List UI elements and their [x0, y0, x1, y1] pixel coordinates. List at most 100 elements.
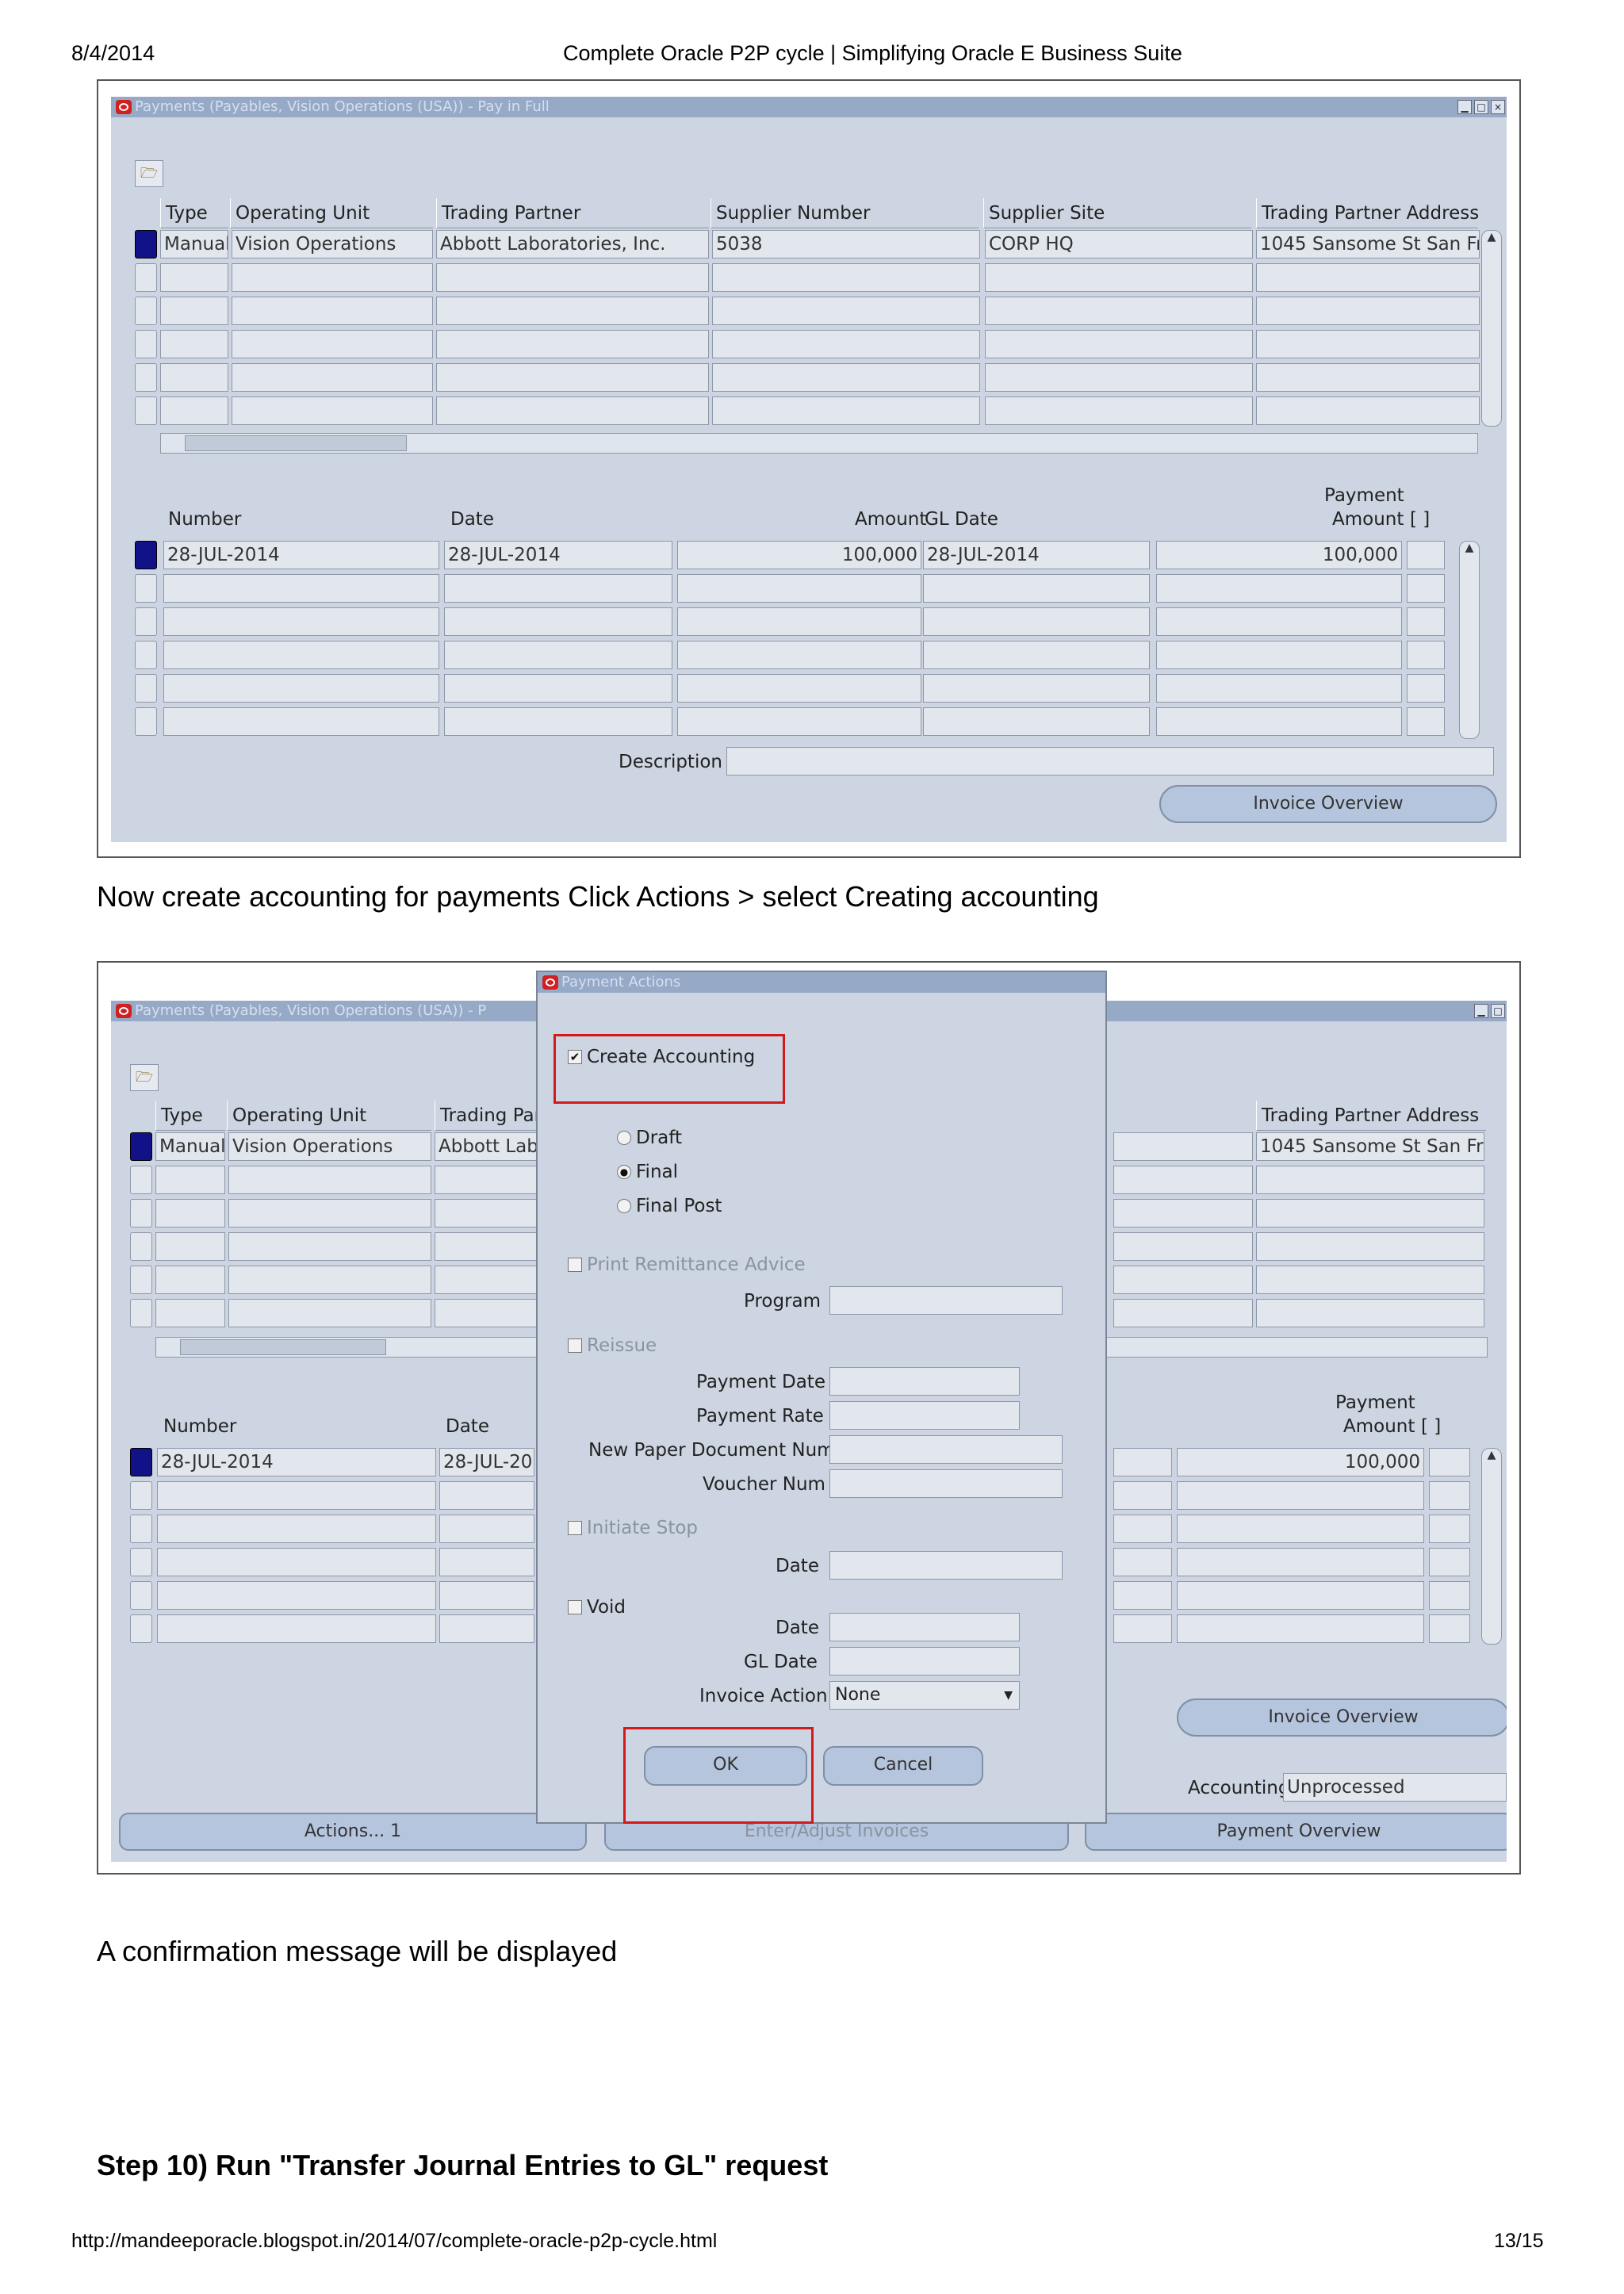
- empty-cell[interactable]: [677, 674, 921, 703]
- empty-cell[interactable]: [155, 1266, 225, 1294]
- empty-cell[interactable]: [1429, 1515, 1470, 1543]
- row-indicator[interactable]: [135, 607, 157, 636]
- minimize-icon[interactable]: ▁: [1474, 1004, 1488, 1018]
- type-field[interactable]: Manual: [155, 1132, 225, 1161]
- minimize-icon[interactable]: ▁: [1457, 100, 1472, 114]
- empty-cell[interactable]: [232, 330, 433, 358]
- empty-cell[interactable]: [1407, 674, 1445, 703]
- empty-cell[interactable]: [436, 263, 709, 292]
- inv-gl-date-field[interactable]: [1113, 1448, 1172, 1476]
- actions-button[interactable]: Actions... 1: [119, 1813, 587, 1851]
- inv-row-indicator-current[interactable]: [135, 541, 157, 569]
- empty-cell[interactable]: [163, 641, 439, 669]
- draft-radio[interactable]: [617, 1131, 631, 1145]
- empty-cell[interactable]: [436, 363, 709, 392]
- address-field[interactable]: 1045 Sansome St San Fra: [1256, 230, 1480, 259]
- empty-cell[interactable]: [1113, 1166, 1253, 1194]
- empty-cell[interactable]: [436, 396, 709, 425]
- empty-cell[interactable]: [1156, 641, 1402, 669]
- invoice-overview-button[interactable]: Invoice Overview: [1177, 1698, 1507, 1737]
- inv-date-field[interactable]: 28-JUL-2014: [444, 541, 672, 569]
- empty-cell[interactable]: [228, 1232, 431, 1261]
- empty-cell[interactable]: [1256, 1266, 1484, 1294]
- empty-cell[interactable]: [1407, 641, 1445, 669]
- cancel-button[interactable]: Cancel: [823, 1746, 983, 1786]
- empty-cell[interactable]: [435, 1232, 538, 1261]
- empty-cell[interactable]: [923, 574, 1150, 603]
- row-indicator[interactable]: [130, 1581, 152, 1610]
- final-post-radio[interactable]: [617, 1199, 631, 1213]
- empty-cell[interactable]: [712, 363, 980, 392]
- empty-cell[interactable]: [923, 674, 1150, 703]
- row-indicator[interactable]: [135, 574, 157, 603]
- empty-cell[interactable]: [435, 1166, 538, 1194]
- empty-cell[interactable]: [160, 363, 228, 392]
- row-indicator[interactable]: [135, 363, 157, 392]
- empty-cell[interactable]: [1256, 396, 1480, 425]
- inv-number-field[interactable]: 28-JUL-2014: [157, 1448, 436, 1476]
- empty-cell[interactable]: [157, 1614, 436, 1643]
- inv-flag-field[interactable]: [1429, 1448, 1470, 1476]
- void-checkbox[interactable]: [568, 1600, 582, 1614]
- type-field[interactable]: Manual: [160, 230, 228, 259]
- maximize-icon[interactable]: □: [1474, 100, 1488, 114]
- row-indicator[interactable]: [130, 1481, 152, 1510]
- scrollbar-thumb[interactable]: [185, 435, 407, 451]
- new-paper-doc-field[interactable]: [829, 1435, 1063, 1464]
- payment-date-field[interactable]: [829, 1367, 1020, 1396]
- empty-cell[interactable]: [157, 1515, 436, 1543]
- supplier-site-field[interactable]: [1113, 1132, 1253, 1161]
- empty-cell[interactable]: [1256, 297, 1480, 325]
- empty-cell[interactable]: [160, 396, 228, 425]
- empty-cell[interactable]: [923, 607, 1150, 636]
- inv-flag-field[interactable]: [1407, 541, 1445, 569]
- empty-cell[interactable]: [444, 641, 672, 669]
- empty-cell[interactable]: [923, 707, 1150, 736]
- invoices-vertical-scrollbar[interactable]: ▲: [1481, 1448, 1502, 1645]
- inv-number-field[interactable]: 28-JUL-2014: [163, 541, 439, 569]
- empty-cell[interactable]: [1177, 1481, 1424, 1510]
- row-indicator[interactable]: [135, 707, 157, 736]
- empty-cell[interactable]: [435, 1299, 538, 1327]
- empty-cell[interactable]: [155, 1166, 225, 1194]
- supplier-number-field[interactable]: 5038: [712, 230, 980, 259]
- stop-date-field[interactable]: [829, 1551, 1063, 1580]
- empty-cell[interactable]: [155, 1299, 225, 1327]
- inv-payment-amount-field[interactable]: 100,000: [1156, 541, 1402, 569]
- row-indicator[interactable]: [130, 1548, 152, 1576]
- empty-cell[interactable]: [160, 330, 228, 358]
- empty-cell[interactable]: [1177, 1515, 1424, 1543]
- row-indicator[interactable]: [135, 674, 157, 703]
- row-indicator-current[interactable]: [130, 1132, 152, 1161]
- empty-cell[interactable]: [160, 297, 228, 325]
- row-indicator[interactable]: [135, 396, 157, 425]
- empty-cell[interactable]: [1156, 574, 1402, 603]
- row-indicator[interactable]: [130, 1515, 152, 1543]
- row-indicator[interactable]: [130, 1232, 152, 1261]
- empty-cell[interactable]: [677, 574, 921, 603]
- empty-cell[interactable]: [985, 396, 1253, 425]
- empty-cell[interactable]: [677, 607, 921, 636]
- trading-partner-field[interactable]: Abbott Labo: [435, 1132, 538, 1161]
- row-indicator[interactable]: [135, 641, 157, 669]
- empty-cell[interactable]: [439, 1515, 534, 1543]
- empty-cell[interactable]: [1256, 1299, 1484, 1327]
- empty-cell[interactable]: [228, 1166, 431, 1194]
- inv-date-field[interactable]: 28-JUL-201: [439, 1448, 534, 1476]
- empty-cell[interactable]: [1113, 1581, 1172, 1610]
- empty-cell[interactable]: [1407, 607, 1445, 636]
- invoice-overview-button[interactable]: Invoice Overview: [1159, 785, 1497, 823]
- empty-cell[interactable]: [1256, 1199, 1484, 1227]
- maximize-icon[interactable]: □: [1491, 1004, 1505, 1018]
- empty-cell[interactable]: [1177, 1614, 1424, 1643]
- empty-cell[interactable]: [157, 1548, 436, 1576]
- empty-cell[interactable]: [1113, 1266, 1253, 1294]
- gl-date-field[interactable]: [829, 1647, 1020, 1676]
- empty-cell[interactable]: [157, 1481, 436, 1510]
- empty-cell[interactable]: [436, 330, 709, 358]
- empty-cell[interactable]: [1407, 574, 1445, 603]
- empty-cell[interactable]: [155, 1232, 225, 1261]
- empty-cell[interactable]: [1113, 1299, 1253, 1327]
- row-indicator[interactable]: [135, 263, 157, 292]
- empty-cell[interactable]: [163, 707, 439, 736]
